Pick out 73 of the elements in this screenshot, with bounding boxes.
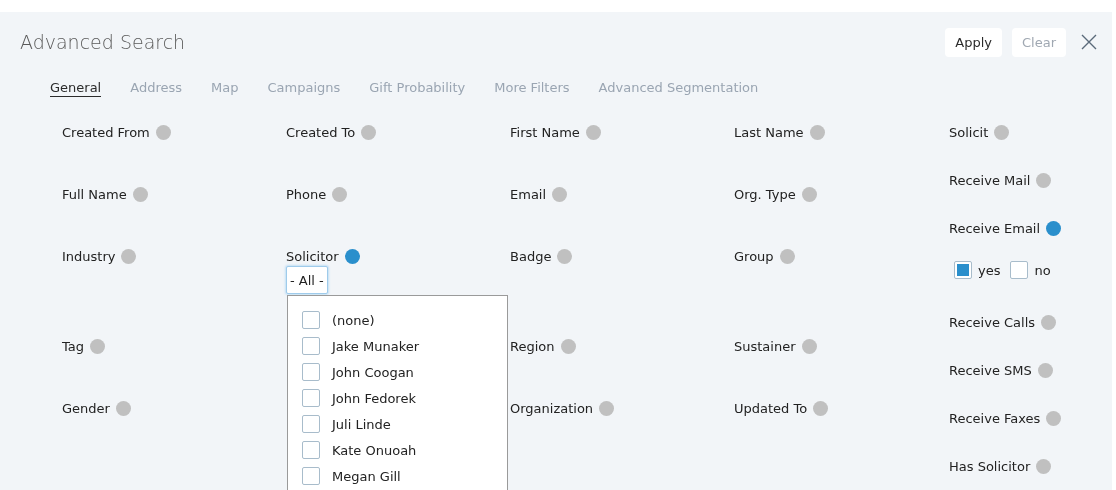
status-dot[interactable] bbox=[560, 338, 576, 354]
filter-label[interactable]: Created To bbox=[286, 124, 356, 140]
checkbox-label: no bbox=[1034, 262, 1051, 278]
status-dot[interactable] bbox=[155, 124, 171, 140]
status-dot[interactable] bbox=[1046, 220, 1062, 236]
status-dot[interactable] bbox=[801, 186, 817, 202]
filter-label[interactable]: Receive Calls bbox=[949, 314, 1036, 330]
filter-label[interactable]: Solicitor bbox=[286, 248, 339, 264]
status-dot[interactable] bbox=[809, 124, 825, 140]
status-dot[interactable] bbox=[361, 124, 377, 140]
filter-label[interactable]: Receive Faxes bbox=[949, 410, 1041, 426]
checkbox[interactable] bbox=[302, 389, 320, 407]
status-dot[interactable] bbox=[552, 186, 568, 202]
status-dot[interactable] bbox=[779, 248, 795, 264]
status-dot[interactable] bbox=[1036, 172, 1052, 188]
apply-button[interactable]: Apply bbox=[945, 27, 1002, 57]
option-label[interactable]: Jake Munaker bbox=[332, 338, 420, 354]
status-dot[interactable] bbox=[585, 124, 601, 140]
option-label[interactable]: John Coogan bbox=[332, 364, 414, 380]
option-label[interactable]: Juli Linde bbox=[332, 416, 391, 432]
close-icon[interactable] bbox=[1080, 33, 1098, 51]
filter-label[interactable]: Updated To bbox=[734, 400, 808, 416]
filter-label[interactable]: Receive Mail bbox=[949, 172, 1031, 188]
filter-label[interactable]: Phone bbox=[286, 186, 327, 202]
checkbox[interactable] bbox=[302, 311, 320, 329]
checkbox[interactable] bbox=[302, 441, 320, 459]
filter-label[interactable]: Badge bbox=[510, 248, 552, 264]
status-dot[interactable] bbox=[599, 400, 615, 416]
filter-label[interactable]: Gender bbox=[62, 400, 110, 416]
status-dot[interactable] bbox=[557, 248, 573, 264]
checkbox[interactable] bbox=[1010, 261, 1029, 279]
checkbox-label: yes bbox=[978, 262, 1001, 278]
filter-label[interactable]: Full Name bbox=[62, 186, 127, 202]
option-label[interactable]: Kate Onuoah bbox=[332, 442, 417, 458]
filter-label[interactable]: Group bbox=[734, 248, 774, 264]
status-dot[interactable] bbox=[801, 338, 817, 354]
status-dot[interactable] bbox=[1046, 410, 1062, 426]
status-dot[interactable] bbox=[121, 248, 137, 264]
filter-label[interactable]: Region bbox=[510, 338, 555, 354]
checkbox[interactable] bbox=[302, 363, 320, 381]
filter-label[interactable]: Receive SMS bbox=[949, 362, 1032, 378]
checkbox[interactable] bbox=[302, 467, 320, 485]
checkbox[interactable] bbox=[302, 337, 320, 355]
filter-label[interactable]: Email bbox=[510, 186, 547, 202]
filter-label[interactable]: Solicit bbox=[949, 124, 989, 140]
filter-label[interactable]: Org. Type bbox=[734, 186, 796, 202]
filter-label[interactable]: First Name bbox=[510, 124, 580, 140]
dialog-title: Advanced Search bbox=[20, 31, 187, 53]
filter-label[interactable]: Has Solicitor bbox=[949, 458, 1031, 474]
status-dot[interactable] bbox=[332, 186, 348, 202]
filter-label[interactable]: Tag bbox=[62, 338, 84, 354]
status-dot[interactable] bbox=[1041, 314, 1057, 330]
checkbox[interactable] bbox=[954, 261, 972, 279]
filter-label[interactable]: Organization bbox=[510, 400, 594, 416]
status-dot[interactable] bbox=[344, 248, 360, 264]
tab[interactable]: General bbox=[50, 80, 102, 97]
filter-label[interactable]: Industry bbox=[62, 248, 116, 264]
option-label[interactable]: Megan Gill bbox=[332, 468, 401, 484]
status-dot[interactable] bbox=[1037, 362, 1053, 378]
status-dot[interactable] bbox=[994, 124, 1010, 140]
select-field[interactable]: - All - bbox=[286, 266, 328, 294]
filter-label[interactable]: Sustainer bbox=[734, 338, 796, 354]
status-dot[interactable] bbox=[90, 338, 105, 354]
checkbox[interactable] bbox=[302, 415, 320, 433]
status-dot[interactable] bbox=[115, 400, 131, 416]
option-label[interactable]: John Fedorek bbox=[332, 390, 416, 406]
option-label[interactable]: (none) bbox=[332, 312, 375, 328]
filter-label[interactable]: Receive Email bbox=[949, 220, 1041, 236]
status-dot[interactable] bbox=[1036, 458, 1052, 474]
status-dot[interactable] bbox=[132, 186, 148, 202]
filter-label[interactable]: Created From bbox=[62, 124, 150, 140]
status-dot[interactable] bbox=[813, 400, 829, 416]
filter-label[interactable]: Last Name bbox=[734, 124, 804, 140]
